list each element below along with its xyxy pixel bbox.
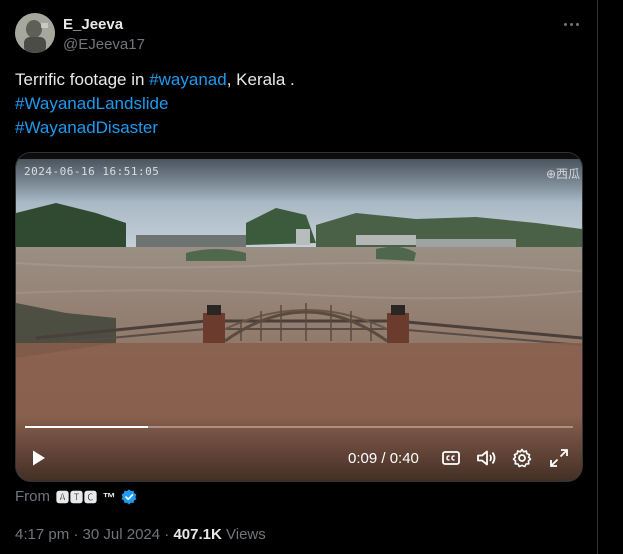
avatar-image (15, 13, 55, 53)
author-display-name[interactable]: E_Jeeva (63, 16, 123, 33)
fullscreen-icon-svg (550, 449, 568, 467)
more-dot (563, 22, 567, 26)
meta-separator: · (164, 526, 170, 543)
settings-icon-svg (512, 448, 532, 468)
play-icon-svg (33, 450, 45, 466)
tweet: E_Jeeva @EJeeva17 Terrific footage in #w… (0, 0, 597, 554)
views-label: Views (226, 526, 266, 543)
from-source[interactable]: 🅰🆃🅲 ™ (56, 487, 117, 506)
more-dot (575, 22, 579, 26)
captions-icon[interactable] (439, 446, 463, 470)
tweet-text-prefix: Terrific footage in (15, 70, 150, 89)
more-icon[interactable] (556, 12, 586, 36)
volume-icon-svg (477, 450, 496, 466)
volume-icon[interactable] (474, 446, 498, 470)
more-dot (569, 22, 573, 26)
hashtag-wayanad[interactable]: #wayanad (149, 70, 227, 89)
fullscreen-icon[interactable] (547, 446, 571, 470)
tweet-text: Terrific footage in #wayanad, Kerala . #… (15, 68, 575, 140)
captions-icon-svg (442, 451, 460, 465)
hashtag-wayanad-disaster[interactable]: #WayanadDisaster (15, 116, 575, 140)
video-watermark: ⊕西瓜 (545, 167, 580, 181)
media-attribution: From 🅰🆃🅲 ™ (15, 487, 138, 506)
verified-badge-icon (121, 488, 136, 504)
tweet-date[interactable]: 30 Jul 2024 (83, 526, 161, 543)
video-time-display: 0:09 / 0:40 (348, 450, 419, 467)
video-player[interactable]: 2024-06-16 16:51:05 ⊕西瓜 0:09 / 0:40 (15, 152, 583, 482)
video-progress-fill (25, 426, 149, 428)
tweet-meta: 4:17 pm · 30 Jul 2024 · 407.1K Views (15, 526, 266, 543)
tweet-time[interactable]: 4:17 pm (15, 526, 69, 543)
video-overlay-timestamp: 2024-06-16 16:51:05 (24, 165, 160, 178)
hashtag-wayanad-landslide[interactable]: #WayanadLandslide (15, 92, 575, 116)
column-divider (597, 0, 598, 554)
video-progress-bar[interactable] (25, 426, 573, 428)
tweet-line-1: Terrific footage in #wayanad, Kerala . (15, 68, 575, 92)
views-count[interactable]: 407.1K (173, 526, 221, 543)
video-frame (16, 153, 582, 481)
meta-separator: · (73, 526, 79, 543)
settings-icon[interactable] (510, 446, 534, 470)
author-avatar[interactable] (15, 13, 55, 53)
author-handle[interactable]: @EJeeva17 (63, 36, 145, 53)
play-icon[interactable] (26, 446, 50, 470)
from-label: From (15, 488, 50, 505)
tweet-text-suffix: , Kerala . (226, 70, 295, 89)
